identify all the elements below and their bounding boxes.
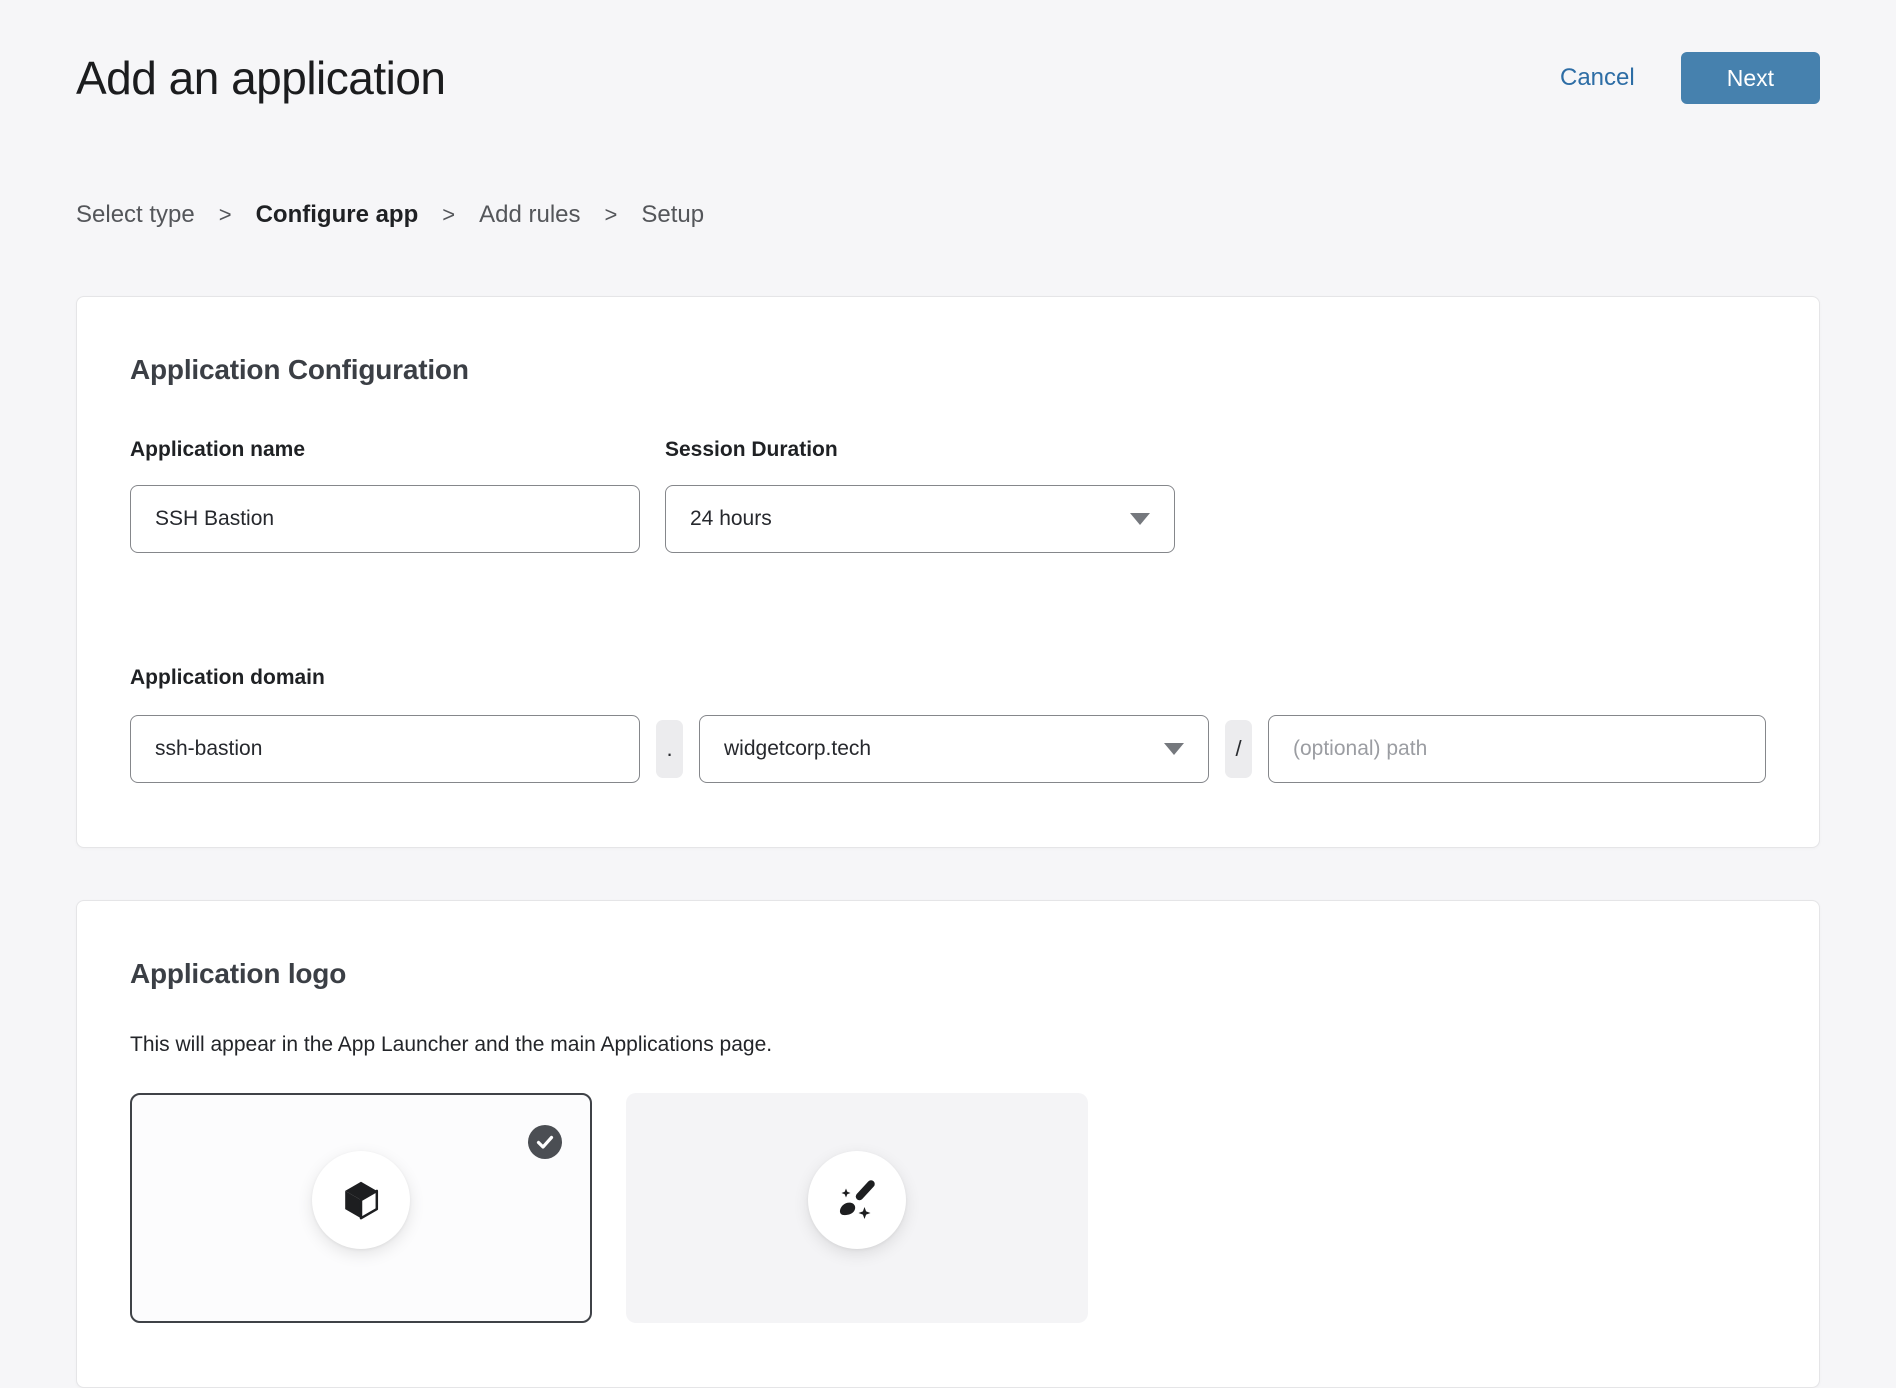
logo-options-row: [130, 1093, 1766, 1323]
name-session-row: Application name Session Duration 24 hou…: [130, 437, 1766, 553]
application-configuration-heading: Application Configuration: [130, 353, 1766, 387]
logo-option-custom[interactable]: [626, 1093, 1088, 1323]
application-domain-field-group: Application domain . widgetcorp.tech /: [130, 665, 1766, 783]
application-name-label: Application name: [130, 437, 640, 463]
logo-option-default[interactable]: [130, 1093, 592, 1323]
breadcrumb-separator: >: [442, 200, 455, 230]
cube-icon: [338, 1177, 384, 1223]
step-setup[interactable]: Setup: [641, 200, 704, 230]
subdomain-input[interactable]: [130, 715, 640, 783]
domain-select[interactable]: widgetcorp.tech: [699, 715, 1209, 783]
application-name-input[interactable]: [130, 485, 640, 553]
application-logo-heading: Application logo: [130, 957, 1766, 991]
add-application-page: Add an application Cancel Next Select ty…: [0, 0, 1896, 1388]
next-button[interactable]: Next: [1681, 52, 1820, 104]
selected-check-icon: [528, 1125, 562, 1159]
application-name-field-group: Application name: [130, 437, 640, 553]
logo-preview-circle: [808, 1151, 906, 1249]
session-duration-label: Session Duration: [665, 437, 1175, 463]
chevron-down-icon: [1164, 743, 1184, 755]
application-logo-description: This will appear in the App Launcher and…: [130, 1031, 1766, 1059]
step-add-rules[interactable]: Add rules: [479, 200, 580, 230]
logo-preview-circle: [312, 1151, 410, 1249]
domain-select-value: widgetcorp.tech: [724, 737, 871, 761]
paintbrush-sparkle-icon: [833, 1176, 881, 1224]
session-duration-field-group: Session Duration 24 hours: [665, 437, 1175, 553]
page-title: Add an application: [76, 50, 446, 106]
application-domain-row: . widgetcorp.tech /: [130, 715, 1766, 783]
breadcrumb-separator: >: [605, 200, 618, 230]
step-configure-app[interactable]: Configure app: [256, 200, 419, 230]
chevron-down-icon: [1130, 513, 1150, 525]
step-select-type[interactable]: Select type: [76, 200, 195, 230]
dot-separator: .: [656, 720, 683, 778]
application-configuration-card: Application Configuration Application na…: [76, 296, 1820, 848]
cancel-button[interactable]: Cancel: [1560, 64, 1635, 92]
session-duration-select[interactable]: 24 hours: [665, 485, 1175, 553]
page-header: Add an application Cancel Next: [76, 0, 1820, 106]
header-actions: Cancel Next: [1560, 52, 1820, 104]
session-duration-value: 24 hours: [690, 507, 772, 531]
wizard-steps-breadcrumb: Select type > Configure app > Add rules …: [76, 200, 1820, 230]
path-input[interactable]: [1268, 715, 1766, 783]
breadcrumb-separator: >: [219, 200, 232, 230]
slash-separator: /: [1225, 720, 1252, 778]
application-domain-label: Application domain: [130, 665, 1766, 691]
application-logo-card: Application logo This will appear in the…: [76, 900, 1820, 1388]
